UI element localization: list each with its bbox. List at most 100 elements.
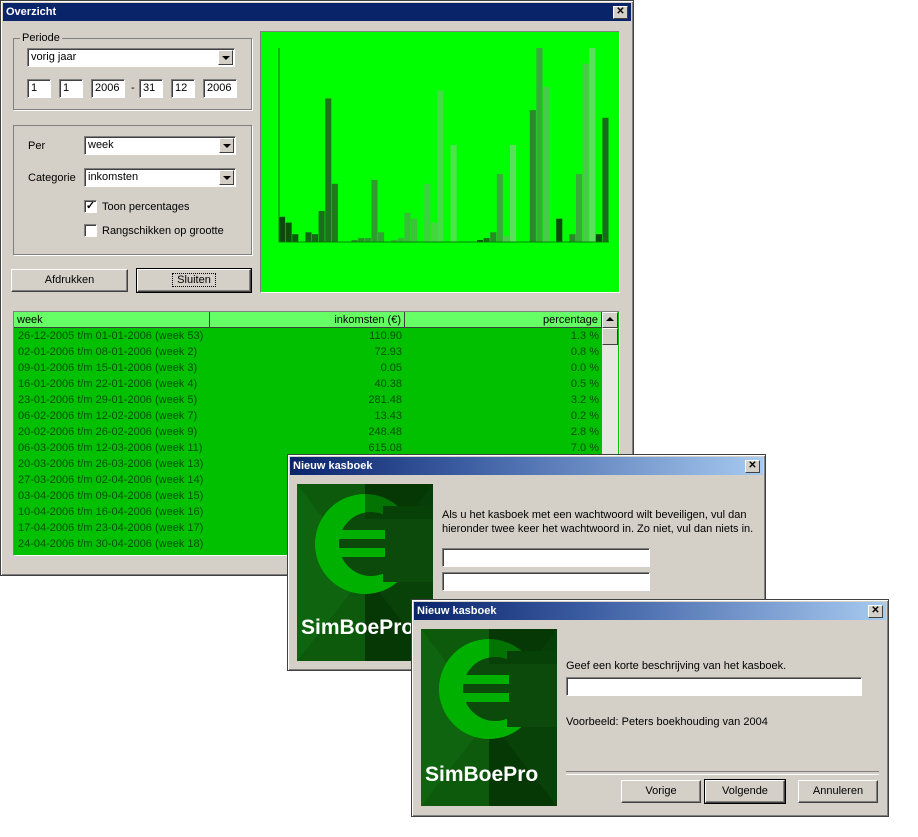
scroll-thumb[interactable] (602, 328, 618, 345)
cell-week: 24-04-2006 t/m 30-04-2006 (week 18) (18, 538, 204, 550)
categorie-label: Categorie (28, 172, 76, 184)
table-row[interactable]: 23-01-2006 t/m 29-01-2006 (week 5) 281.48… (14, 392, 602, 408)
kasboek-description-dialog: Nieuw kasboek ✕ SimBoePro Geef een korte… (411, 599, 889, 817)
column-header-percentage[interactable]: percentage (405, 312, 602, 328)
chart-bar (496, 174, 503, 242)
rangschikken-label: Rangschikken op grootte (102, 225, 224, 237)
password-message: Als u het kasboek met een wachtwoord wil… (442, 509, 754, 535)
chart-bar (483, 238, 490, 242)
periode-select[interactable]: vorig jaar (27, 48, 235, 67)
chart-bar (404, 212, 411, 242)
cell-inkomsten: 281.48 (368, 394, 402, 406)
table-row[interactable]: 20-02-2006 t/m 26-02-2006 (week 9) 248.48… (14, 424, 602, 440)
chart-bar (503, 236, 510, 242)
password-confirm-input[interactable] (442, 572, 650, 591)
chart-bar (437, 90, 444, 242)
to-month-input[interactable]: 12 (171, 79, 195, 98)
per-select[interactable]: week (84, 136, 236, 155)
close-icon[interactable]: ✕ (868, 605, 883, 618)
afdrukken-button-label: Afdrukken (44, 274, 95, 286)
cell-inkomsten: 13.43 (374, 410, 402, 422)
from-month-input[interactable]: 1 (59, 79, 83, 98)
cell-week: 17-04-2006 t/m 23-04-2006 (week 17) (18, 522, 204, 534)
window-title: Overzicht (6, 6, 57, 18)
table-row[interactable]: 16-01-2006 t/m 22-01-2006 (week 4) 40.38 0… (14, 376, 602, 392)
chart-bar (397, 238, 404, 242)
cell-inkomsten: 248.48 (368, 426, 402, 438)
cell-percentage: 0.8 % (570, 346, 599, 358)
example-text: Voorbeeld: Peters boekhouding van 2004 (566, 716, 768, 728)
kasboek-password-titlebar[interactable]: Nieuw kasboek ✕ (290, 457, 763, 475)
chevron-down-icon[interactable] (219, 138, 234, 153)
column-header-inkomsten[interactable]: inkomsten (€) (210, 312, 405, 328)
cell-percentage: 3.2 % (570, 394, 599, 406)
description-input[interactable] (566, 677, 862, 696)
scroll-up-button[interactable] (602, 312, 618, 328)
annuleren-button[interactable]: Annuleren (798, 780, 878, 803)
logo-text: SimBoePro (425, 763, 539, 786)
vorige-button[interactable]: Vorige (621, 780, 701, 803)
chart-bar (292, 234, 299, 242)
sluiten-button-label: Sluiten (172, 273, 216, 287)
to-year-input[interactable]: 2006 (203, 79, 237, 98)
volgende-button-label: Volgende (722, 785, 768, 797)
table-row[interactable]: 09-01-2006 t/m 15-01-2006 (week 3) 0.05 0.… (14, 360, 602, 376)
afdrukken-button[interactable]: Afdrukken (11, 269, 128, 292)
cell-percentage: 0.0 % (570, 362, 599, 374)
rangschikken-checkbox[interactable] (84, 224, 97, 237)
close-icon[interactable]: ✕ (745, 460, 760, 473)
password-input[interactable] (442, 548, 650, 567)
chart-bar (602, 117, 609, 242)
chart-bar (364, 238, 371, 242)
chevron-down-icon[interactable] (219, 170, 234, 185)
cell-week: 02-01-2006 t/m 08-01-2006 (week 2) (18, 346, 198, 358)
cell-inkomsten: 110.90 (369, 330, 402, 342)
chart-bar (569, 234, 576, 242)
table-row[interactable]: 06-02-2006 t/m 12-02-2006 (week 7) 13.43 0… (14, 408, 602, 424)
from-year-input[interactable]: 2006 (91, 79, 125, 98)
toon-percentages-checkbox[interactable]: ✓ (84, 200, 97, 213)
chart-bar (556, 218, 563, 242)
cell-percentage: 0.5 % (570, 378, 599, 390)
cell-inkomsten: 72.93 (374, 346, 402, 358)
vorige-button-label: Vorige (645, 785, 677, 797)
close-icon[interactable]: ✕ (613, 6, 628, 19)
table-row[interactable]: 26-12-2005 t/m 01-01-2006 (week 53) 110.9… (14, 328, 602, 344)
cell-percentage: 0.2 % (570, 410, 599, 422)
cell-week: 06-02-2006 t/m 12-02-2006 (week 7) (18, 410, 198, 422)
chart-bar (358, 238, 365, 242)
chart-bar (543, 86, 550, 242)
per-value: week (88, 139, 114, 151)
volgende-button[interactable]: Volgende (704, 779, 786, 804)
cell-week: 06-03-2006 t/m 12-03-2006 (week 11) (18, 442, 203, 454)
date-separator: - (131, 82, 135, 94)
chart-bar (318, 211, 325, 242)
cell-week: 23-01-2006 t/m 29-01-2006 (week 5) (18, 394, 198, 406)
chart-bar (305, 232, 312, 242)
overzicht-titlebar[interactable]: Overzicht ✕ (3, 3, 631, 21)
kasboek-description-titlebar[interactable]: Nieuw kasboek ✕ (414, 602, 886, 620)
chart-bar (450, 145, 457, 242)
table-row[interactable]: 02-01-2006 t/m 08-01-2006 (week 2) 72.93 0… (14, 344, 602, 360)
categorie-select[interactable]: inkomsten (84, 168, 236, 187)
chevron-down-icon[interactable] (218, 50, 233, 65)
chart-bar (536, 48, 543, 242)
chart-bar (490, 232, 497, 242)
cell-week: 20-03-2006 t/m 26-03-2006 (week 13) (18, 458, 204, 470)
chart-bar (529, 110, 536, 242)
chart-bar (411, 218, 418, 242)
cell-week: 09-01-2006 t/m 15-01-2006 (week 3) (18, 362, 198, 374)
logo-text: SimBoePro (301, 616, 415, 639)
cell-percentage: 1.3 % (570, 330, 599, 342)
chart-bar (510, 145, 517, 242)
dialog-title: Nieuw kasboek (293, 460, 373, 472)
chart-bar (279, 216, 286, 242)
sluiten-button[interactable]: Sluiten (136, 268, 252, 293)
arrow-up-icon (606, 317, 614, 321)
chart-bar (424, 183, 431, 242)
cell-week: 27-03-2006 t/m 02-04-2006 (week 14) (18, 474, 204, 486)
column-header-week[interactable]: week (14, 312, 210, 328)
from-day-input[interactable]: 1 (27, 79, 51, 98)
cell-week: 16-01-2006 t/m 22-01-2006 (week 4) (18, 378, 198, 390)
to-day-input[interactable]: 31 (139, 79, 163, 98)
